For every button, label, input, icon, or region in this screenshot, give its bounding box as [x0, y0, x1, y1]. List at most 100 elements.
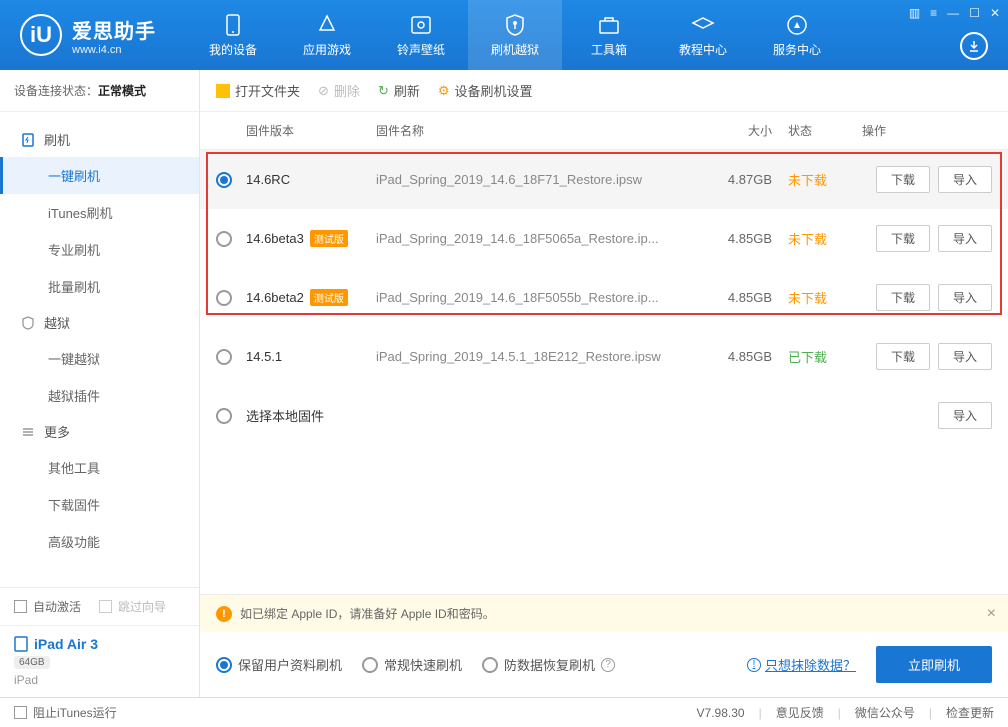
- close-icon[interactable]: ✕: [990, 6, 1000, 20]
- sidebar: 设备连接状态：正常模式 刷机 一键刷机 iTunes刷机 专业刷机 批量刷机 越…: [0, 70, 200, 697]
- device-info[interactable]: iPad Air 3 64GB iPad: [0, 625, 199, 697]
- tab-flash[interactable]: 刷机越狱: [468, 0, 562, 70]
- version-cell: 14.6RC: [246, 172, 376, 187]
- help-icon[interactable]: ?: [601, 658, 615, 672]
- sidebar-item-jb-oneclick[interactable]: 一键越狱: [0, 340, 199, 377]
- phone-icon: [221, 13, 245, 37]
- version-cell: 14.5.1: [246, 349, 376, 364]
- toolbar: 打开文件夹 ⊘删除 ↻刷新 ⚙设备刷机设置: [200, 70, 1008, 112]
- import-button[interactable]: 导入: [938, 343, 992, 370]
- import-button[interactable]: 导入: [938, 166, 992, 193]
- firmware-row[interactable]: 选择本地固件 导入: [200, 386, 1008, 445]
- radio-icon[interactable]: [216, 408, 232, 424]
- erase-link[interactable]: !只想抹除数据？: [747, 655, 856, 674]
- tab-ringtones[interactable]: 铃声壁纸: [374, 0, 468, 70]
- size-cell: 4.85GB: [702, 290, 772, 305]
- version-label: V7.98.30: [697, 706, 745, 720]
- app-url: www.i4.cn: [72, 44, 156, 56]
- download-button[interactable]: 下载: [876, 284, 930, 311]
- app-title: 爱思助手: [72, 15, 156, 44]
- radio-icon: [216, 657, 232, 673]
- download-button[interactable]: 下载: [876, 225, 930, 252]
- import-button[interactable]: 导入: [938, 225, 992, 252]
- import-button[interactable]: 导入: [938, 402, 992, 429]
- auto-activate-checkbox[interactable]: [14, 600, 27, 613]
- minimize-icon[interactable]: —: [947, 6, 959, 20]
- delete-button[interactable]: ⊘删除: [318, 81, 360, 100]
- feedback-link[interactable]: 意见反馈: [776, 704, 824, 721]
- connection-status: 设备连接状态：正常模式: [0, 70, 199, 112]
- flash-button[interactable]: 立即刷机: [876, 646, 992, 683]
- sidebar-head-flash[interactable]: 刷机: [0, 122, 199, 157]
- sidebar-item-dlfw[interactable]: 下载固件: [0, 486, 199, 523]
- sidebar-head-jailbreak[interactable]: 越狱: [0, 305, 199, 340]
- skin-icon[interactable]: ▥: [909, 6, 920, 20]
- download-button[interactable]: 下载: [876, 343, 930, 370]
- radio-icon[interactable]: [216, 231, 232, 247]
- logo-icon: iU: [20, 14, 62, 56]
- tablet-icon: [14, 636, 28, 652]
- settings-button[interactable]: ⚙设备刷机设置: [438, 81, 533, 100]
- filename-cell: iPad_Spring_2019_14.6_18F5065a_Restore.i…: [376, 231, 702, 246]
- sidebar-item-batch[interactable]: 批量刷机: [0, 268, 199, 305]
- firmware-row[interactable]: 14.6beta2测试版iPad_Spring_2019_14.6_18F505…: [200, 268, 1008, 327]
- beta-badge: 测试版: [310, 230, 348, 247]
- warning-icon: !: [216, 606, 232, 622]
- folder-icon: [216, 84, 230, 98]
- close-warning-button[interactable]: ×: [987, 605, 996, 623]
- tab-tutorials[interactable]: 教程中心: [656, 0, 750, 70]
- tab-service[interactable]: 服务中心: [750, 0, 844, 70]
- tab-device[interactable]: 我的设备: [186, 0, 280, 70]
- maximize-icon[interactable]: ☐: [969, 6, 980, 20]
- filename-cell: iPad_Spring_2019_14.5.1_18E212_Restore.i…: [376, 349, 702, 364]
- radio-icon[interactable]: [216, 349, 232, 365]
- firmware-row[interactable]: 14.6RCiPad_Spring_2019_14.6_18F71_Restor…: [200, 150, 1008, 209]
- version-cell: 选择本地固件: [246, 406, 376, 425]
- gear-icon: ⚙: [438, 83, 450, 99]
- download-button[interactable]: [960, 32, 988, 60]
- shield-icon: [503, 13, 527, 37]
- size-cell: 4.85GB: [702, 231, 772, 246]
- mode-keep[interactable]: 保留用户资料刷机: [216, 655, 342, 674]
- image-icon: [409, 13, 433, 37]
- sidebar-head-more[interactable]: 更多: [0, 414, 199, 449]
- skip-wizard-checkbox[interactable]: [99, 600, 112, 613]
- firmware-row[interactable]: 14.5.1iPad_Spring_2019_14.5.1_18E212_Res…: [200, 327, 1008, 386]
- beta-badge: 测试版: [310, 289, 348, 306]
- sidebar-item-oneclick[interactable]: 一键刷机: [0, 157, 199, 194]
- mode-fast[interactable]: 常规快速刷机: [362, 655, 462, 674]
- size-cell: 4.85GB: [702, 349, 772, 364]
- open-folder-button[interactable]: 打开文件夹: [216, 81, 300, 100]
- size-cell: 4.87GB: [702, 172, 772, 187]
- main-panel: 打开文件夹 ⊘删除 ↻刷新 ⚙设备刷机设置 固件版本 固件名称 大小 状态 操作…: [200, 70, 1008, 697]
- radio-icon[interactable]: [216, 172, 232, 188]
- refresh-button[interactable]: ↻刷新: [378, 81, 420, 100]
- window-controls: ▥ ≡ — ☐ ✕: [909, 6, 1000, 20]
- sidebar-item-advanced[interactable]: 高级功能: [0, 523, 199, 560]
- footer: 阻止iTunes运行 V7.98.30| 意见反馈| 微信公众号| 检查更新: [0, 697, 1008, 727]
- sidebar-item-other[interactable]: 其他工具: [0, 449, 199, 486]
- import-button[interactable]: 导入: [938, 284, 992, 311]
- firmware-list: 14.6RCiPad_Spring_2019_14.6_18F71_Restor…: [200, 150, 1008, 445]
- status-cell: 未下载: [772, 170, 842, 189]
- filename-cell: iPad_Spring_2019_14.6_18F5055b_Restore.i…: [376, 290, 702, 305]
- sidebar-item-pro[interactable]: 专业刷机: [0, 231, 199, 268]
- wechat-link[interactable]: 微信公众号: [855, 704, 915, 721]
- block-itunes-checkbox[interactable]: [14, 706, 27, 719]
- sidebar-item-jb-plugins[interactable]: 越狱插件: [0, 377, 199, 414]
- menu-icon[interactable]: ≡: [930, 6, 937, 20]
- grad-cap-icon: [691, 13, 715, 37]
- logo: iU 爱思助手 www.i4.cn: [0, 14, 176, 56]
- tab-apps[interactable]: 应用游戏: [280, 0, 374, 70]
- delete-icon: ⊘: [318, 83, 329, 99]
- firmware-row[interactable]: 14.6beta3测试版iPad_Spring_2019_14.6_18F506…: [200, 209, 1008, 268]
- update-link[interactable]: 检查更新: [946, 704, 994, 721]
- status-cell: 已下载: [772, 347, 842, 366]
- toolbox-icon: [597, 13, 621, 37]
- download-button[interactable]: 下载: [876, 166, 930, 193]
- status-cell: 未下载: [772, 288, 842, 307]
- radio-icon[interactable]: [216, 290, 232, 306]
- sidebar-item-itunes[interactable]: iTunes刷机: [0, 194, 199, 231]
- mode-anti[interactable]: 防数据恢复刷机?: [482, 655, 615, 674]
- tab-toolbox[interactable]: 工具箱: [562, 0, 656, 70]
